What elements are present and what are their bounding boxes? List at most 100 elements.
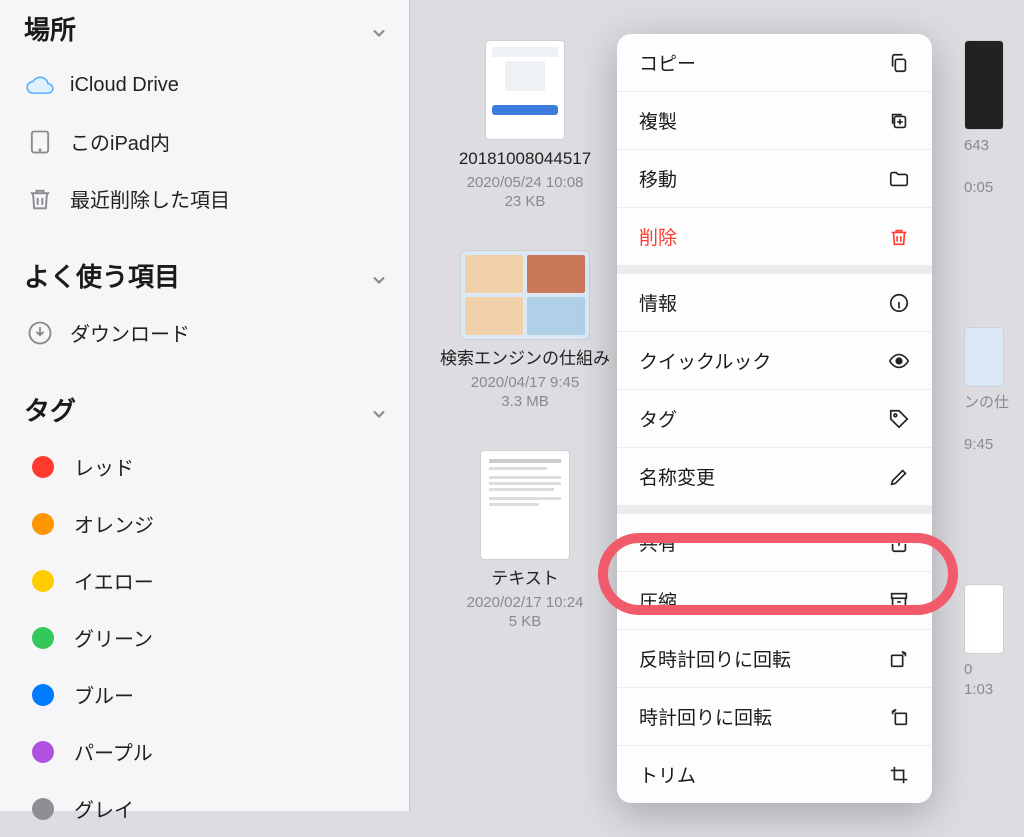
menu-trim[interactable]: トリム bbox=[617, 746, 932, 803]
file-name: 0 bbox=[964, 660, 1004, 680]
sidebar-item-icloud-drive[interactable]: iCloud Drive bbox=[20, 57, 389, 113]
tag-yellow[interactable]: イエロー bbox=[20, 552, 389, 609]
chevron-down-icon bbox=[369, 19, 389, 39]
menu-label: クイックルック bbox=[639, 347, 771, 374]
file-size: 3.3 MB bbox=[501, 393, 549, 410]
file-thumbnail bbox=[964, 584, 1004, 654]
chevron-down-icon bbox=[369, 400, 389, 420]
file-thumbnail bbox=[964, 40, 1004, 130]
duplicate-icon bbox=[888, 110, 910, 132]
menu-rename[interactable]: 名称変更 bbox=[617, 448, 932, 506]
menu-separator bbox=[617, 506, 932, 514]
sidebar-item-recently-deleted[interactable]: 最近削除した項目 bbox=[20, 170, 389, 227]
menu-share[interactable]: 共有 bbox=[617, 514, 932, 572]
info-icon bbox=[888, 292, 910, 314]
tag-orange[interactable]: オレンジ bbox=[20, 495, 389, 552]
tag-grey[interactable]: グレイ bbox=[20, 780, 389, 837]
menu-tags[interactable]: タグ bbox=[617, 390, 932, 448]
menu-info[interactable]: 情報 bbox=[617, 274, 932, 332]
tag-dot-icon bbox=[32, 741, 54, 763]
menu-label: コピー bbox=[639, 49, 696, 76]
file-item[interactable]: テキスト 2020/02/17 10:24 5 KB bbox=[440, 450, 610, 630]
rotate-ccw-icon bbox=[888, 648, 910, 670]
menu-label: 共有 bbox=[639, 529, 677, 556]
files-peek: 643 0:05 ンの仕 9:45 0 1:03 bbox=[964, 40, 1024, 699]
crop-icon bbox=[888, 764, 910, 786]
menu-compress[interactable]: 圧縮 bbox=[617, 572, 932, 630]
section-favorites[interactable]: よく使う項目 bbox=[20, 247, 389, 304]
file-thumbnail bbox=[460, 250, 590, 340]
file-item[interactable]: 検索エンジンの仕組み 2020/04/17 9:45 3.3 MB bbox=[440, 250, 610, 410]
tag-dot-icon bbox=[32, 456, 54, 478]
menu-delete[interactable]: 削除 bbox=[617, 208, 932, 266]
file-item-peek[interactable]: 0 1:03 bbox=[964, 584, 1004, 699]
chevron-down-icon bbox=[369, 266, 389, 286]
folder-icon bbox=[888, 168, 910, 190]
tag-purple[interactable]: パープル bbox=[20, 723, 389, 780]
sidebar-item-label: 最近削除した項目 bbox=[70, 184, 230, 213]
file-date: 2020/05/24 10:08 bbox=[467, 174, 584, 191]
file-name: テキスト bbox=[491, 568, 559, 590]
tag-blue[interactable]: ブルー bbox=[20, 666, 389, 723]
tag-icon bbox=[888, 408, 910, 430]
menu-quicklook[interactable]: クイックルック bbox=[617, 332, 932, 390]
file-thumbnail bbox=[480, 450, 570, 560]
menu-move[interactable]: 移動 bbox=[617, 150, 932, 208]
menu-copy[interactable]: コピー bbox=[617, 34, 932, 92]
download-icon bbox=[26, 319, 54, 347]
sidebar-item-on-ipad[interactable]: このiPad内 bbox=[20, 113, 389, 170]
tag-label: イエロー bbox=[74, 566, 154, 595]
tag-dot-icon bbox=[32, 513, 54, 535]
eye-icon bbox=[888, 350, 910, 372]
sidebar-item-label: ダウンロード bbox=[70, 318, 190, 347]
menu-rotate-cw[interactable]: 時計回りに回転 bbox=[617, 688, 932, 746]
file-name: 20181008044517 bbox=[459, 148, 591, 170]
sidebar-item-downloads[interactable]: ダウンロード bbox=[20, 304, 389, 361]
cloud-icon bbox=[26, 71, 54, 99]
file-item[interactable]: 20181008044517 2020/05/24 10:08 23 KB bbox=[440, 40, 610, 210]
menu-label: 圧縮 bbox=[639, 587, 677, 614]
menu-label: 削除 bbox=[639, 223, 677, 250]
file-size: 23 KB bbox=[505, 193, 546, 210]
sidebar-item-label: このiPad内 bbox=[70, 127, 170, 156]
section-tags-label: タグ bbox=[24, 391, 76, 428]
file-name: ンの仕 bbox=[964, 393, 1009, 413]
tag-dot-icon bbox=[32, 627, 54, 649]
share-icon bbox=[888, 532, 910, 554]
section-favorites-label: よく使う項目 bbox=[24, 257, 180, 294]
tag-dot-icon bbox=[32, 684, 54, 706]
tag-label: レッド bbox=[74, 452, 134, 481]
menu-separator bbox=[617, 266, 932, 274]
menu-duplicate[interactable]: 複製 bbox=[617, 92, 932, 150]
menu-label: トリム bbox=[639, 761, 696, 788]
file-name: 643 bbox=[964, 136, 1004, 156]
menu-label: 時計回りに回転 bbox=[639, 703, 772, 730]
file-date: 9:45 bbox=[964, 435, 1009, 455]
tag-label: パープル bbox=[74, 737, 153, 766]
file-item-peek[interactable]: ンの仕 9:45 bbox=[964, 327, 1009, 454]
sidebar-item-label: iCloud Drive bbox=[70, 74, 179, 97]
tag-label: グレイ bbox=[74, 794, 134, 823]
tag-dot-icon bbox=[32, 570, 54, 592]
file-date: 0:05 bbox=[964, 178, 1004, 198]
file-size: 5 KB bbox=[509, 613, 542, 630]
menu-label: 名称変更 bbox=[639, 463, 715, 490]
context-menu: コピー 複製 移動 削除 情報 bbox=[617, 34, 932, 803]
file-date: 1:03 bbox=[964, 680, 1004, 700]
tag-label: グリーン bbox=[74, 623, 153, 652]
sidebar: 場所 iCloud Drive このiPad内 最近削除した項目 よく使う項目 … bbox=[0, 0, 410, 811]
menu-label: タグ bbox=[639, 405, 677, 432]
menu-label: 情報 bbox=[639, 289, 677, 316]
file-item-peek[interactable]: 643 0:05 bbox=[964, 40, 1004, 197]
section-tags[interactable]: タグ bbox=[20, 381, 389, 438]
pencil-icon bbox=[888, 466, 910, 488]
tag-green[interactable]: グリーン bbox=[20, 609, 389, 666]
file-thumbnail bbox=[485, 40, 565, 140]
main-content: 20181008044517 2020/05/24 10:08 23 KB 検索… bbox=[410, 0, 1024, 811]
ipad-icon bbox=[26, 128, 54, 156]
section-locations[interactable]: 場所 bbox=[20, 0, 389, 57]
tag-red[interactable]: レッド bbox=[20, 438, 389, 495]
trash-icon bbox=[888, 226, 910, 248]
tag-label: オレンジ bbox=[74, 509, 154, 538]
menu-rotate-ccw[interactable]: 反時計回りに回転 bbox=[617, 630, 932, 688]
